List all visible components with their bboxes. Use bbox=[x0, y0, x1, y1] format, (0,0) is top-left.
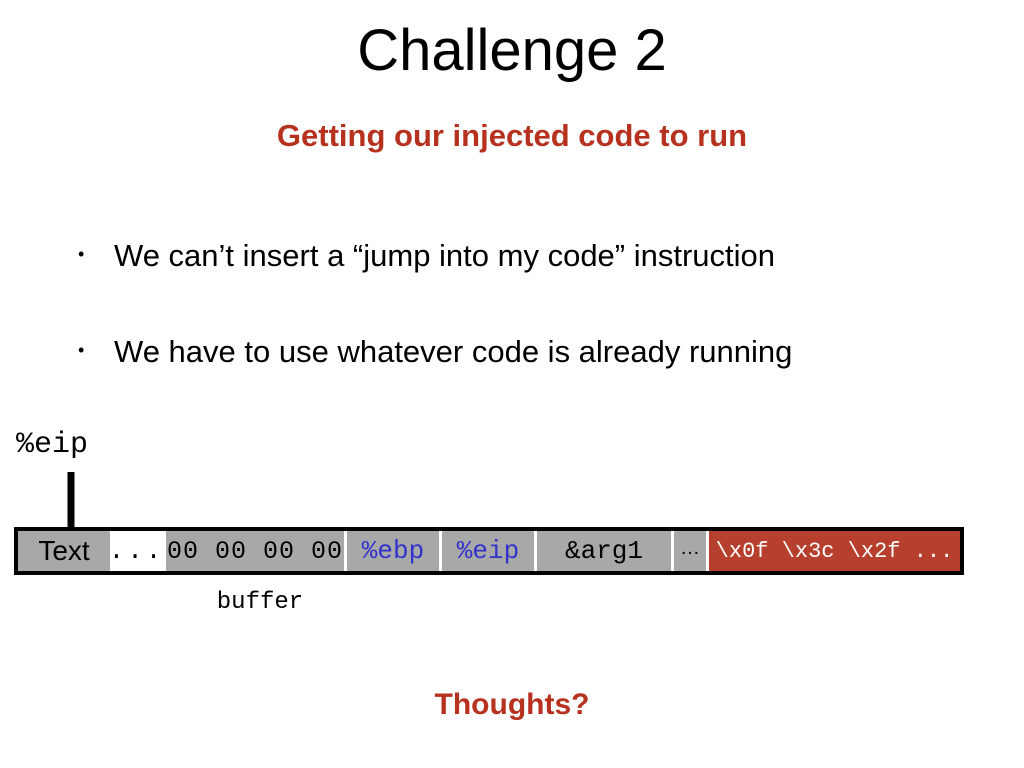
list-item: • We can’t insert a “jump into my code” … bbox=[72, 238, 972, 274]
page-title: Challenge 2 bbox=[357, 18, 667, 83]
stack-cell-text: Text bbox=[18, 531, 110, 571]
bullet-marker-icon: • bbox=[78, 244, 85, 264]
bullet-list: • We can’t insert a “jump into my code” … bbox=[72, 238, 972, 429]
stack-cell-ellipsis: … bbox=[674, 531, 706, 571]
stack-cell-arg1: &arg1 bbox=[537, 531, 671, 571]
bullet-text: We can’t insert a “jump into my code” in… bbox=[114, 238, 776, 273]
stack-cell-ebp: %ebp bbox=[347, 531, 439, 571]
stack-cell-shellcode: \x0f \x3c \x2f ... bbox=[709, 531, 960, 571]
list-item: • We have to use whatever code is alread… bbox=[72, 334, 972, 370]
stack-cell-eip: %eip bbox=[442, 531, 534, 571]
bullet-text: We have to use whatever code is already … bbox=[114, 333, 793, 369]
closing-question: Thoughts? bbox=[434, 688, 590, 721]
eip-pointer-annotation: %eip bbox=[16, 428, 216, 562]
stack-cell-gap: ... bbox=[110, 531, 163, 571]
stack-memory-diagram: Text ... 00 00 00 00 %ebp %eip &arg1 … \… bbox=[14, 527, 964, 575]
bullet-marker-icon: • bbox=[78, 339, 85, 360]
eip-pointer-label: %eip bbox=[16, 428, 89, 462]
buffer-caption: buffer bbox=[216, 589, 304, 616]
stack-cell-zeros: 00 00 00 00 bbox=[166, 531, 344, 571]
page-subtitle: Getting our injected code to run bbox=[276, 118, 748, 153]
